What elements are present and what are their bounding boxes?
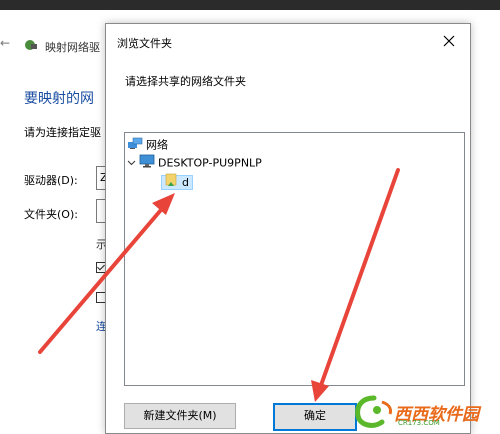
- network-drive-icon: [24, 37, 38, 51]
- tree-item-computer[interactable]: DESKTOP-PU9PNLP: [127, 154, 262, 170]
- tree-label-network: 网络: [146, 138, 168, 152]
- page-heading: 要映射的网: [24, 91, 94, 107]
- logo-url: CR173.COM: [398, 419, 440, 427]
- window-title: 映射网络驱: [45, 41, 100, 54]
- folder-label: 文件夹(O):: [24, 208, 78, 221]
- selected-share[interactable]: d: [161, 173, 193, 192]
- chevron-down-icon[interactable]: [127, 156, 137, 172]
- close-icon: [443, 35, 455, 47]
- tree-item-network[interactable]: 网络: [127, 136, 168, 152]
- close-button[interactable]: [434, 29, 464, 53]
- ok-button[interactable]: 确定: [273, 403, 357, 431]
- top-bar: [0, 0, 500, 10]
- dialog-prompt: 请选择共享的网络文件夹: [125, 75, 246, 88]
- new-folder-button[interactable]: 新建文件夹(M): [124, 403, 236, 429]
- tree-item-share-d[interactable]: d: [161, 173, 193, 192]
- tree-label-share: d: [182, 175, 189, 189]
- drive-label: 驱动器(D):: [24, 174, 78, 187]
- folder-tree[interactable]: 网络 DESKTOP-PU9PNLP d: [124, 132, 465, 386]
- back-arrow-icon[interactable]: ←: [0, 36, 10, 50]
- tree-label-computer: DESKTOP-PU9PNLP: [158, 156, 262, 170]
- browse-folder-dialog: 浏览文件夹 请选择共享的网络文件夹 网络 DESKTOP-PU9PNLP d 新…: [105, 23, 471, 434]
- computer-icon: [139, 154, 155, 173]
- shared-folder-icon: [165, 173, 179, 192]
- network-icon: [127, 136, 143, 155]
- page-description: 请为连接指定驱: [24, 126, 101, 139]
- dialog-title: 浏览文件夹: [117, 37, 172, 50]
